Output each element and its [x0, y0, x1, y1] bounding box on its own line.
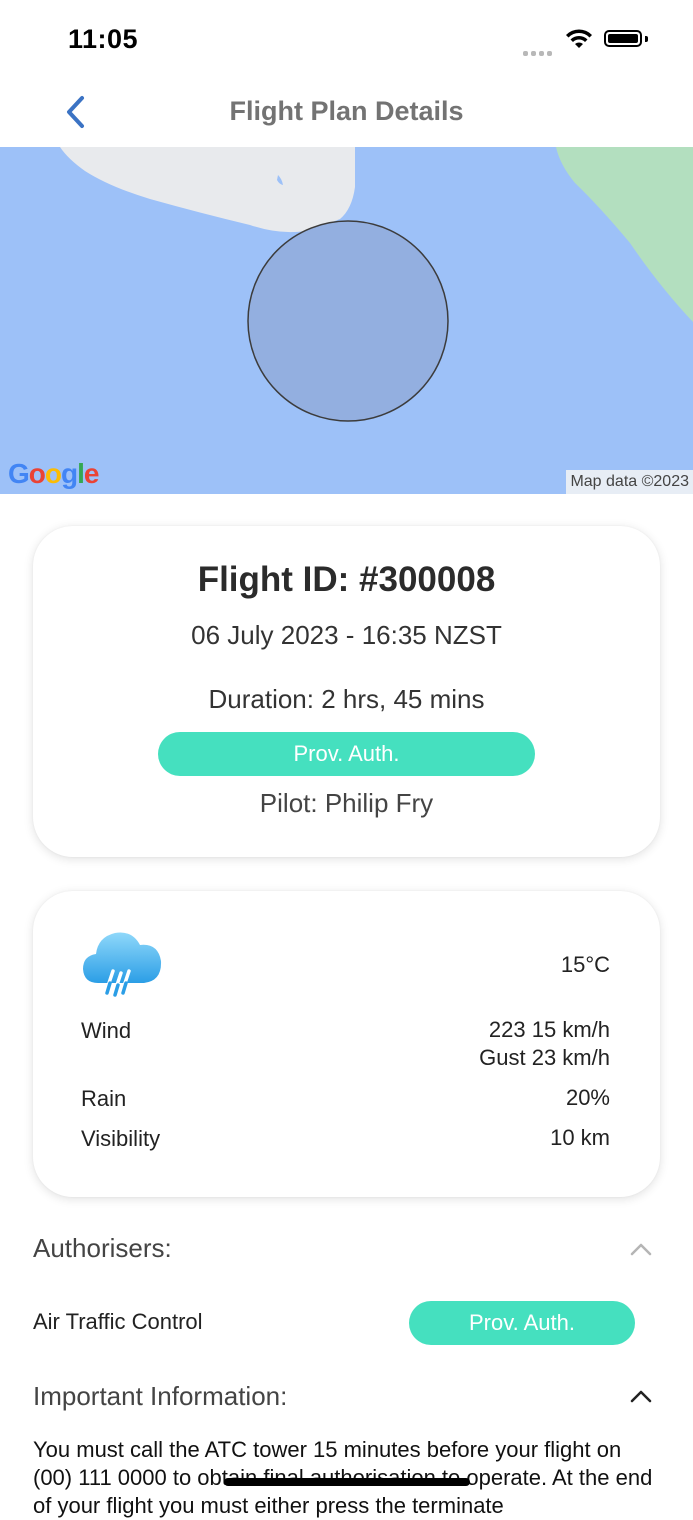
map-canvas	[0, 147, 693, 494]
status-bar: 11:05	[0, 0, 693, 80]
page-title: Flight Plan Details	[229, 96, 464, 126]
flight-pilot: Pilot: Philip Fry	[259, 788, 434, 818]
chevron-up-icon	[630, 1390, 652, 1403]
rain-value: 20%	[565, 1085, 610, 1110]
flight-summary-card: Flight ID: #300008 06 July 2023 - 16:35 …	[33, 526, 660, 857]
navigation-bar: Flight Plan Details	[0, 80, 693, 146]
wifi-icon	[564, 28, 594, 55]
important-info-heading: Important Information:	[33, 1381, 288, 1411]
weather-card: 15°C Wind 223 15 km/h Gust 23 km/h Rain …	[33, 891, 660, 1197]
authoriser-status-badge: Prov. Auth.	[409, 1301, 635, 1345]
flight-area-map[interactable]: Google Map data ©2023	[0, 147, 693, 494]
flight-date: 06 July 2023 - 16:35 NZST	[191, 620, 502, 650]
rain-label: Rain	[81, 1086, 127, 1111]
wind-value: 223 15 km/h	[488, 1017, 610, 1042]
chevron-up-icon	[630, 1243, 652, 1256]
authorisers-heading: Authorisers:	[33, 1233, 172, 1263]
wind-label: Wind	[81, 1018, 132, 1043]
flight-id: Flight ID: #300008	[197, 560, 496, 599]
rain-cloud-icon	[80, 921, 164, 1010]
gust-value: Gust 23 km/h	[479, 1045, 610, 1070]
cellular-signal-icon	[523, 43, 555, 61]
wind-value-block: 223 15 km/h Gust 23 km/h	[479, 1016, 610, 1072]
home-indicator[interactable]	[224, 1478, 470, 1486]
visibility-label: Visibility	[81, 1126, 161, 1151]
important-info-toggle[interactable]	[630, 1389, 652, 1403]
battery-tip	[645, 36, 648, 42]
weather-temperature: 15°C	[560, 952, 610, 977]
authoriser-name: Air Traffic Control	[33, 1309, 203, 1334]
visibility-value: 10 km	[550, 1125, 610, 1150]
flight-duration: Duration: 2 hrs, 45 mins	[208, 684, 485, 714]
map-attribution[interactable]: Map data ©2023	[566, 470, 693, 494]
google-logo: Google	[8, 458, 99, 489]
authorisers-toggle[interactable]	[630, 1242, 652, 1256]
status-time: 11:05	[68, 24, 139, 54]
flight-status-badge: Prov. Auth.	[158, 732, 535, 776]
battery-icon	[604, 30, 642, 47]
